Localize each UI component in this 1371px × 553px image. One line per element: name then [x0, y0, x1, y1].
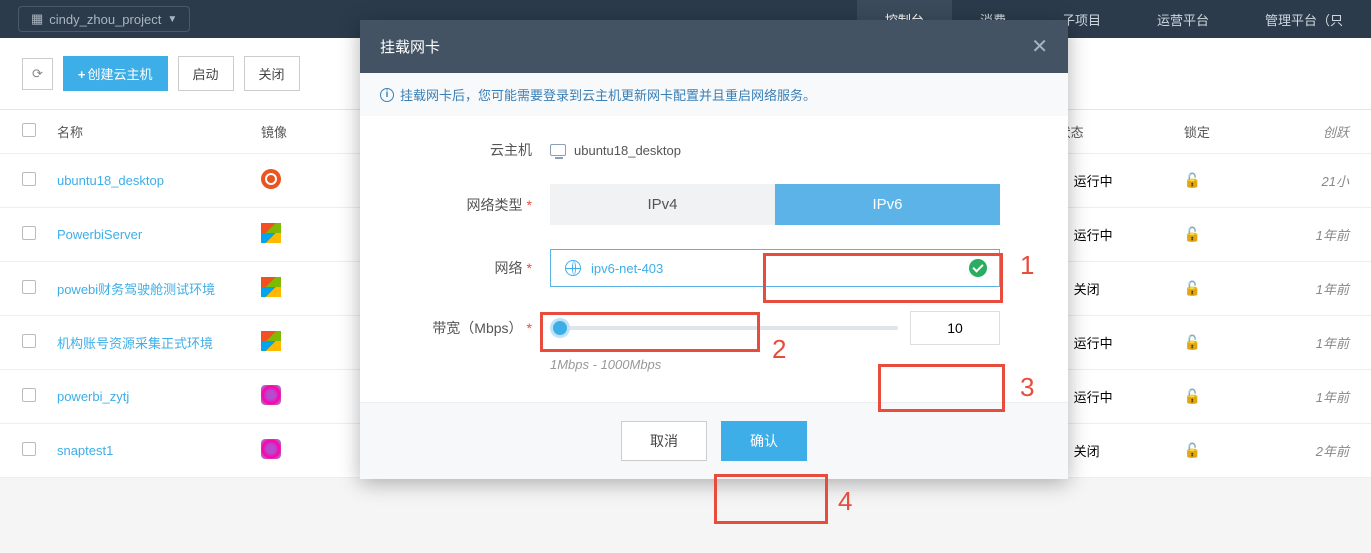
row-checkbox[interactable] [22, 334, 36, 348]
row-checkbox[interactable] [22, 442, 36, 456]
close-icon[interactable]: ✕ [1031, 34, 1048, 59]
col-name: 名称 [57, 122, 261, 141]
nav-ops[interactable]: 运营平台 [1129, 0, 1237, 38]
status-text: 运行中 [1074, 390, 1113, 405]
label-vm: 云主机 [390, 140, 550, 160]
created-time: 1年前 [1291, 225, 1349, 244]
callout-num-2: 2 [772, 334, 786, 365]
project-name: cindy_zhou_project [49, 12, 161, 27]
modal-header: 挂载网卡 ✕ [360, 20, 1068, 73]
status-text: 关闭 [1074, 444, 1100, 459]
row-checkbox[interactable] [22, 280, 36, 294]
vm-name-link[interactable]: powerbi_zytj [57, 389, 129, 404]
callout-num-4: 4 [838, 486, 852, 517]
created-time: 21小 [1291, 171, 1349, 190]
refresh-icon: ⟳ [32, 66, 43, 81]
created-time: 2年前 [1291, 441, 1349, 460]
vm-name-link[interactable]: ubuntu18_desktop [57, 173, 164, 188]
monitor-icon [550, 144, 566, 156]
modal-title: 挂载网卡 [380, 36, 440, 57]
callout-num-1: 1 [1020, 250, 1034, 281]
create-vm-button[interactable]: +创建云主机 [63, 56, 168, 91]
os-icon [261, 385, 281, 405]
seg-ipv4[interactable]: IPv4 [550, 184, 775, 225]
network-value: ipv6-net-403 [591, 261, 663, 276]
col-lock: 锁定 [1184, 122, 1291, 141]
project-selector[interactable]: ▦ cindy_zhou_project ▼ [18, 6, 190, 32]
modal-footer: 取消 确认 [360, 402, 1068, 479]
status-text: 关闭 [1074, 282, 1100, 297]
info-icon: i [380, 88, 394, 102]
label-network: 网络 [495, 260, 523, 276]
nav-mgmt[interactable]: 管理平台（只 [1237, 0, 1371, 38]
status-text: 运行中 [1074, 228, 1113, 243]
grid-icon: ▦ [31, 11, 43, 27]
bandwidth-hint: 1Mbps - 1000Mbps [550, 357, 661, 372]
confirm-button[interactable]: 确认 [721, 421, 807, 461]
callout-box-4 [714, 474, 828, 524]
unlock-icon[interactable]: 🔓 [1184, 442, 1201, 458]
vm-name-link[interactable]: PowerbiServer [57, 227, 142, 242]
bandwidth-slider[interactable] [550, 326, 898, 330]
col-created: 创跃 [1291, 122, 1349, 141]
vm-name-link[interactable]: powebi财务驾驶舱测试环境 [57, 282, 215, 297]
seg-ipv6[interactable]: IPv6 [775, 184, 1000, 225]
os-icon [261, 331, 281, 351]
modal-info-text: 挂载网卡后，您可能需要登录到云主机更新网卡配置并且重启网络服务。 [400, 85, 816, 104]
created-time: 1年前 [1291, 279, 1349, 298]
unlock-icon[interactable]: 🔓 [1184, 226, 1201, 242]
label-net-type: 网络类型 [467, 197, 523, 213]
row-checkbox[interactable] [22, 226, 36, 240]
created-time: 1年前 [1291, 333, 1349, 352]
globe-icon [565, 260, 581, 276]
required-icon: * [527, 197, 532, 213]
refresh-button[interactable]: ⟳ [22, 58, 53, 90]
row-checkbox[interactable] [22, 172, 36, 186]
os-icon [261, 223, 281, 243]
created-time: 1年前 [1291, 387, 1349, 406]
modal-info: i 挂载网卡后，您可能需要登录到云主机更新网卡配置并且重启网络服务。 [360, 73, 1068, 116]
label-bandwidth: 带宽（Mbps） [432, 320, 522, 336]
required-icon: * [527, 260, 532, 276]
vm-name-link[interactable]: 机构账号资源采集正式环境 [57, 336, 213, 351]
os-icon [261, 277, 281, 297]
os-icon [261, 169, 281, 189]
bandwidth-input[interactable] [910, 311, 1000, 345]
stop-button[interactable]: 关闭 [244, 56, 300, 91]
start-button[interactable]: 启动 [178, 56, 234, 91]
create-vm-label: 创建云主机 [88, 67, 153, 82]
status-text: 运行中 [1074, 174, 1113, 189]
os-icon [261, 439, 281, 459]
plus-icon: + [78, 67, 86, 82]
check-ok-icon [969, 259, 987, 277]
status-text: 运行中 [1074, 336, 1113, 351]
net-type-segment: IPv4 IPv6 [550, 184, 1000, 225]
callout-num-3: 3 [1020, 372, 1034, 403]
caret-down-icon: ▼ [167, 14, 177, 25]
unlock-icon[interactable]: 🔓 [1184, 280, 1201, 296]
required-icon: * [527, 320, 532, 336]
unlock-icon[interactable]: 🔓 [1184, 172, 1201, 188]
unlock-icon[interactable]: 🔓 [1184, 334, 1201, 350]
row-checkbox[interactable] [22, 388, 36, 402]
vm-name-link[interactable]: snaptest1 [57, 443, 113, 458]
cancel-button[interactable]: 取消 [621, 421, 707, 461]
slider-thumb[interactable] [550, 318, 570, 338]
attach-nic-modal: 挂载网卡 ✕ i 挂载网卡后，您可能需要登录到云主机更新网卡配置并且重启网络服务… [360, 20, 1068, 479]
select-all-checkbox[interactable] [22, 123, 36, 137]
network-select[interactable]: ipv6-net-403 [550, 249, 1000, 287]
col-status: 状态 [1058, 122, 1184, 141]
vm-name: ubuntu18_desktop [574, 143, 681, 158]
unlock-icon[interactable]: 🔓 [1184, 388, 1201, 404]
